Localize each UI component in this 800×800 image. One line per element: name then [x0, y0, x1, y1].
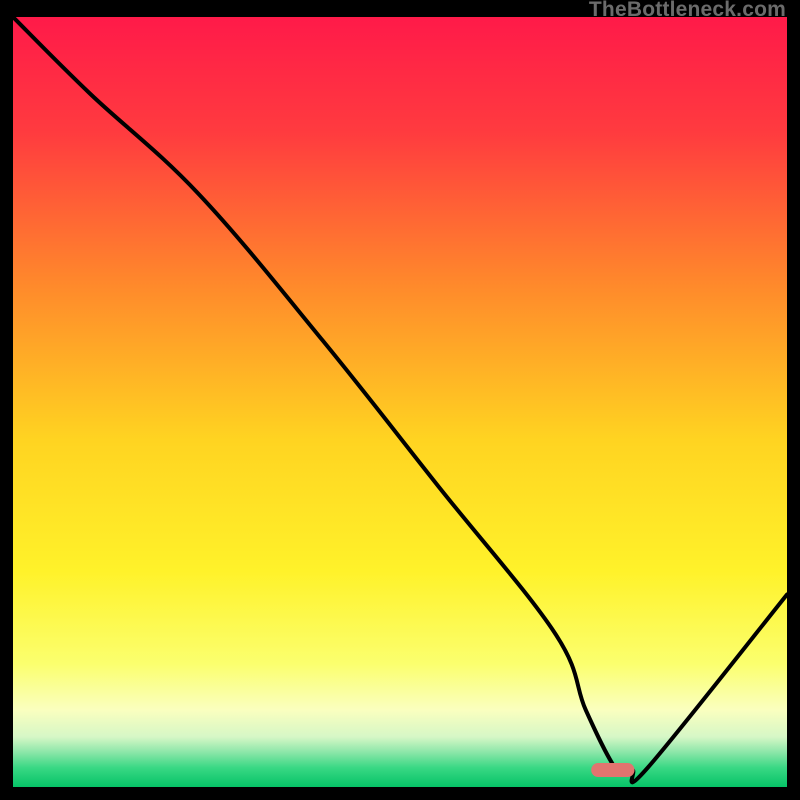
watermark-text: TheBottleneck.com — [589, 0, 786, 22]
sweet-spot-marker — [591, 763, 634, 777]
bottleneck-chart — [13, 17, 787, 787]
chart-frame — [13, 17, 787, 787]
chart-background — [13, 17, 787, 787]
